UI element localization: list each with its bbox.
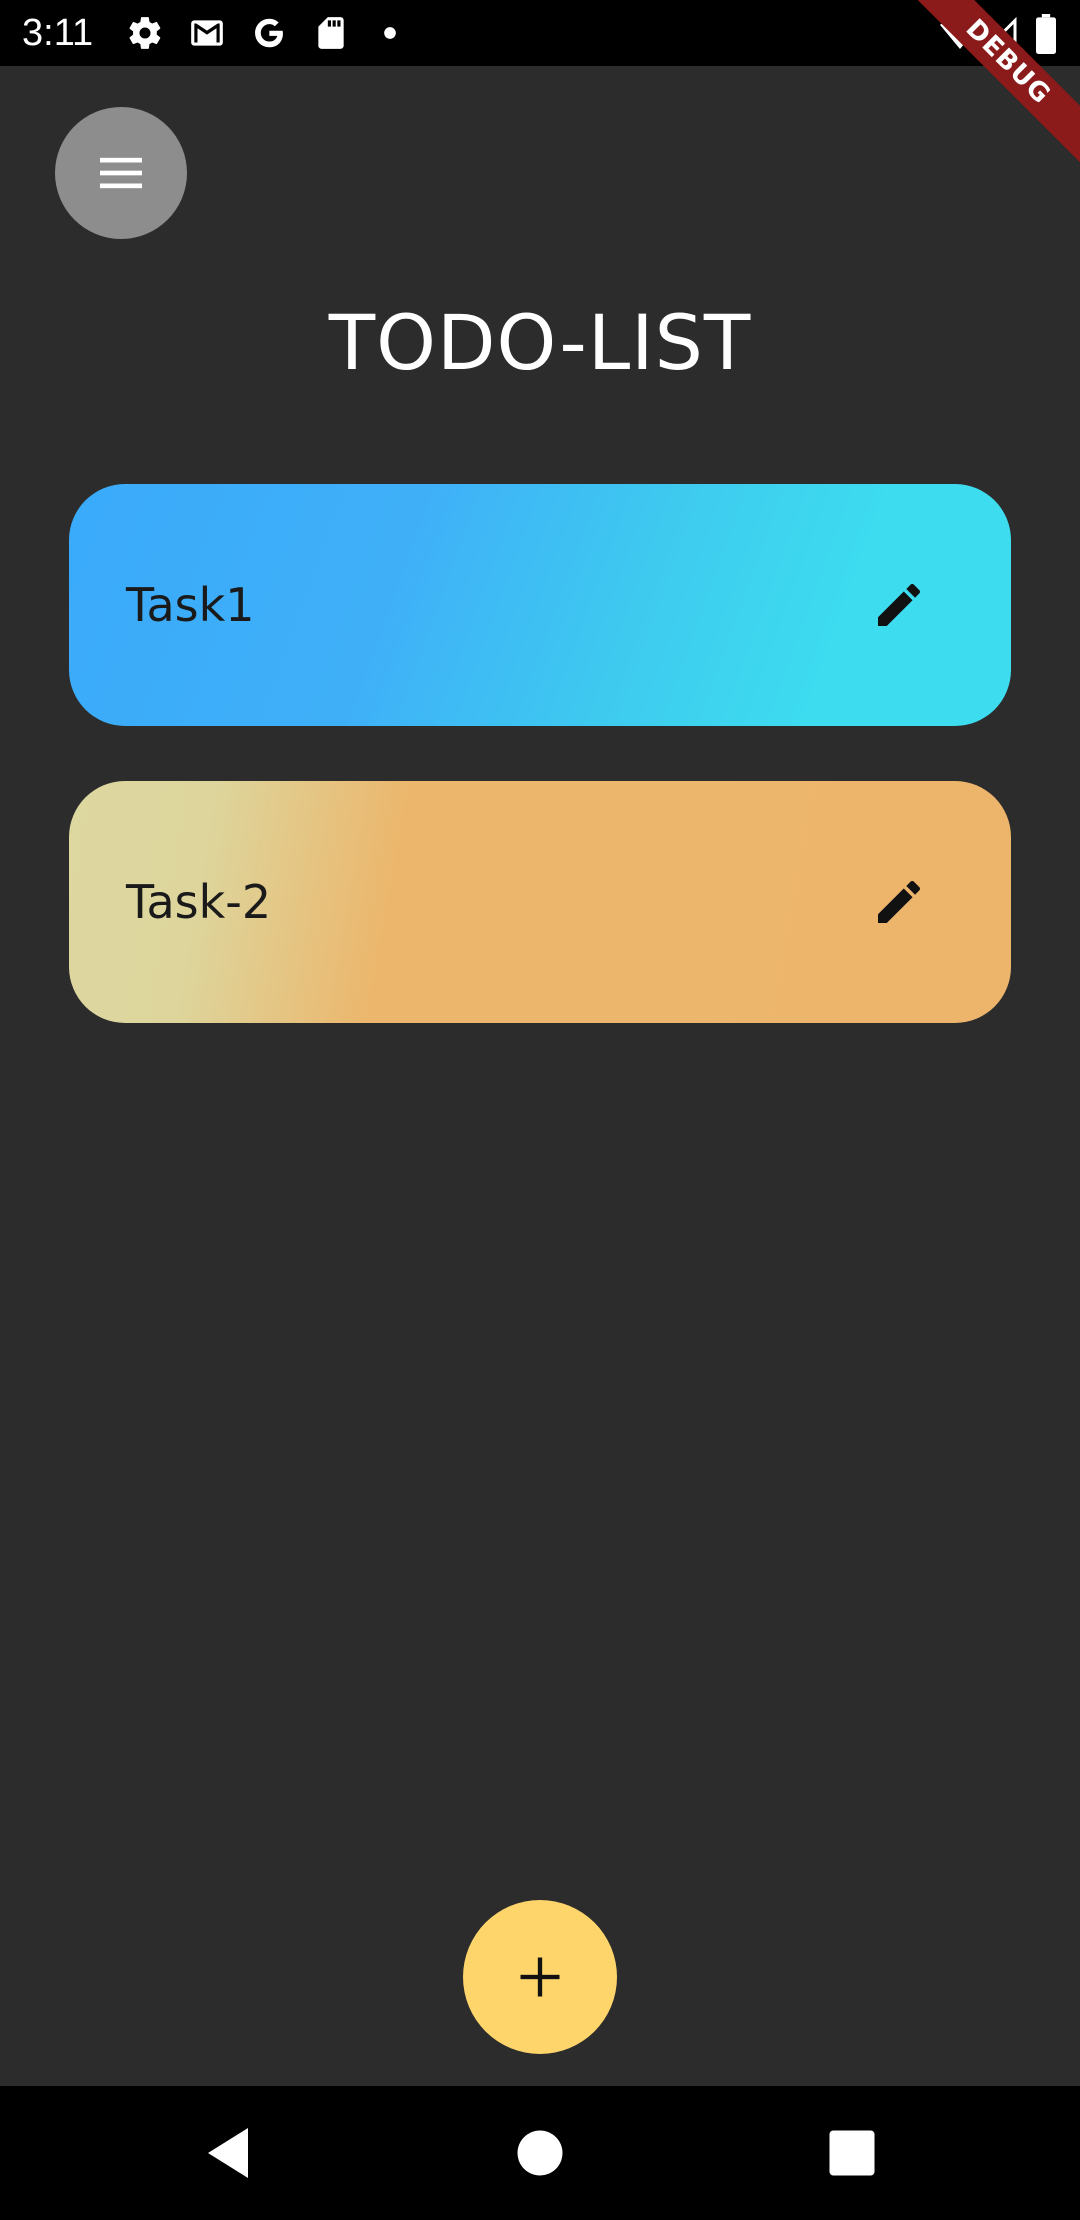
wifi-icon	[938, 14, 982, 54]
battery-icon	[1034, 14, 1058, 54]
status-time: 3:11	[22, 12, 94, 54]
edit-icon[interactable]	[871, 874, 927, 930]
google-icon	[250, 14, 288, 52]
plus-icon	[520, 1957, 560, 1997]
sd-card-icon	[312, 14, 350, 52]
recents-icon[interactable]	[822, 2123, 882, 2183]
menu-icon	[100, 157, 142, 189]
home-icon[interactable]	[510, 2123, 570, 2183]
settings-icon	[126, 14, 164, 52]
gmail-icon	[186, 14, 228, 52]
status-bar: 3:11	[0, 0, 1080, 66]
task-card[interactable]: Task-2	[69, 781, 1011, 1023]
task-card[interactable]: Task1	[69, 484, 1011, 726]
signal-icon	[982, 14, 1018, 54]
dot-icon	[376, 14, 404, 52]
back-icon[interactable]	[198, 2123, 258, 2183]
page-title: TODO-LIST	[328, 298, 752, 387]
add-task-button[interactable]	[463, 1900, 617, 2054]
task-label: Task1	[126, 578, 255, 632]
menu-button[interactable]	[55, 107, 187, 239]
edit-icon[interactable]	[871, 577, 927, 633]
nav-bar	[0, 2086, 1080, 2220]
task-label: Task-2	[126, 875, 272, 929]
